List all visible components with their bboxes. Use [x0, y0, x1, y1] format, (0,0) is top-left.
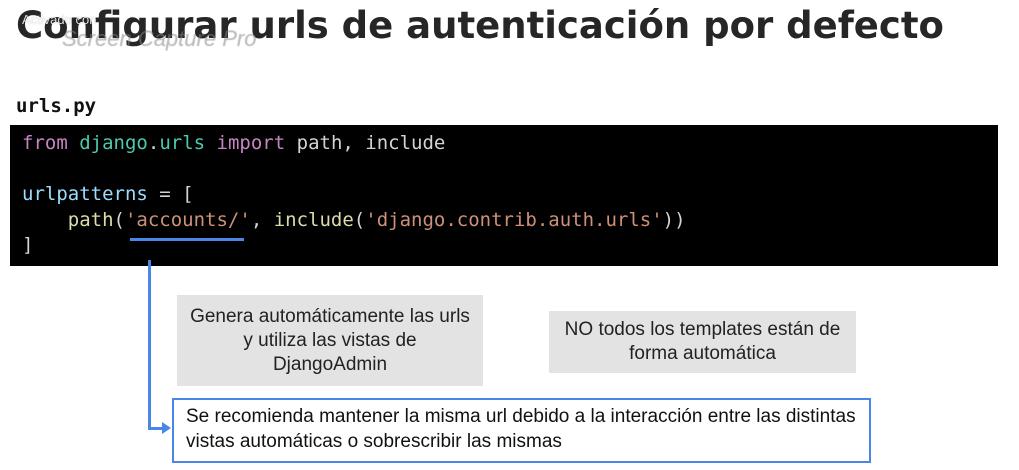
code-token: .: [147, 132, 160, 154]
recommendation-callout: Se recomienda mantener la misma url debi…: [172, 398, 871, 463]
code-token: urlpatterns: [22, 183, 148, 205]
code-token: include: [273, 208, 354, 231]
note-templates-text: NO todos los templates están de forma au…: [564, 319, 841, 364]
code-token: (: [353, 208, 366, 231]
code-token: ]: [22, 234, 34, 256]
watermark: Activado con Screen Capture Pro: [22, 12, 256, 51]
code-token: import: [216, 132, 286, 154]
code-line-3: urlpatterns = [: [22, 182, 986, 208]
code-filename: urls.py: [16, 95, 97, 117]
code-token: ,: [250, 208, 274, 231]
code-line-4: path('accounts/', include('django.contri…: [22, 208, 986, 234]
note-auto-urls-text: Genera automáticamente las urls y utiliz…: [190, 305, 470, 375]
slide: Configurar urls de autenticación por def…: [0, 0, 1019, 470]
code-token: 'django.contrib.auth.urls': [365, 208, 663, 231]
connector-line: [148, 260, 151, 430]
arrow-head-icon: [162, 422, 171, 434]
watermark-line-2: Screen Capture Pro: [62, 26, 257, 51]
code-token: = [: [147, 183, 194, 205]
code-block: from django.urls import path, include ur…: [10, 125, 998, 266]
note-templates: NO todos los templates están de forma au…: [549, 311, 856, 373]
code-token: )): [662, 208, 686, 231]
code-token: from: [22, 132, 68, 154]
code-line-1: from django.urls import path, include: [22, 131, 986, 157]
watermark-line-1: Activado con: [22, 12, 97, 27]
recommendation-text: Se recomienda mantener la misma url debi…: [186, 406, 856, 452]
code-token: (: [113, 208, 125, 231]
code-token: urls: [159, 132, 206, 154]
code-token: 'accounts/': [124, 208, 251, 231]
code-line-5: ]: [22, 233, 986, 259]
note-auto-urls: Genera automáticamente las urls y utiliz…: [177, 295, 483, 386]
code-token: path, include: [296, 132, 446, 154]
code-token: django: [79, 132, 148, 154]
code-token: path: [67, 208, 114, 231]
highlight-underline: [130, 238, 244, 241]
